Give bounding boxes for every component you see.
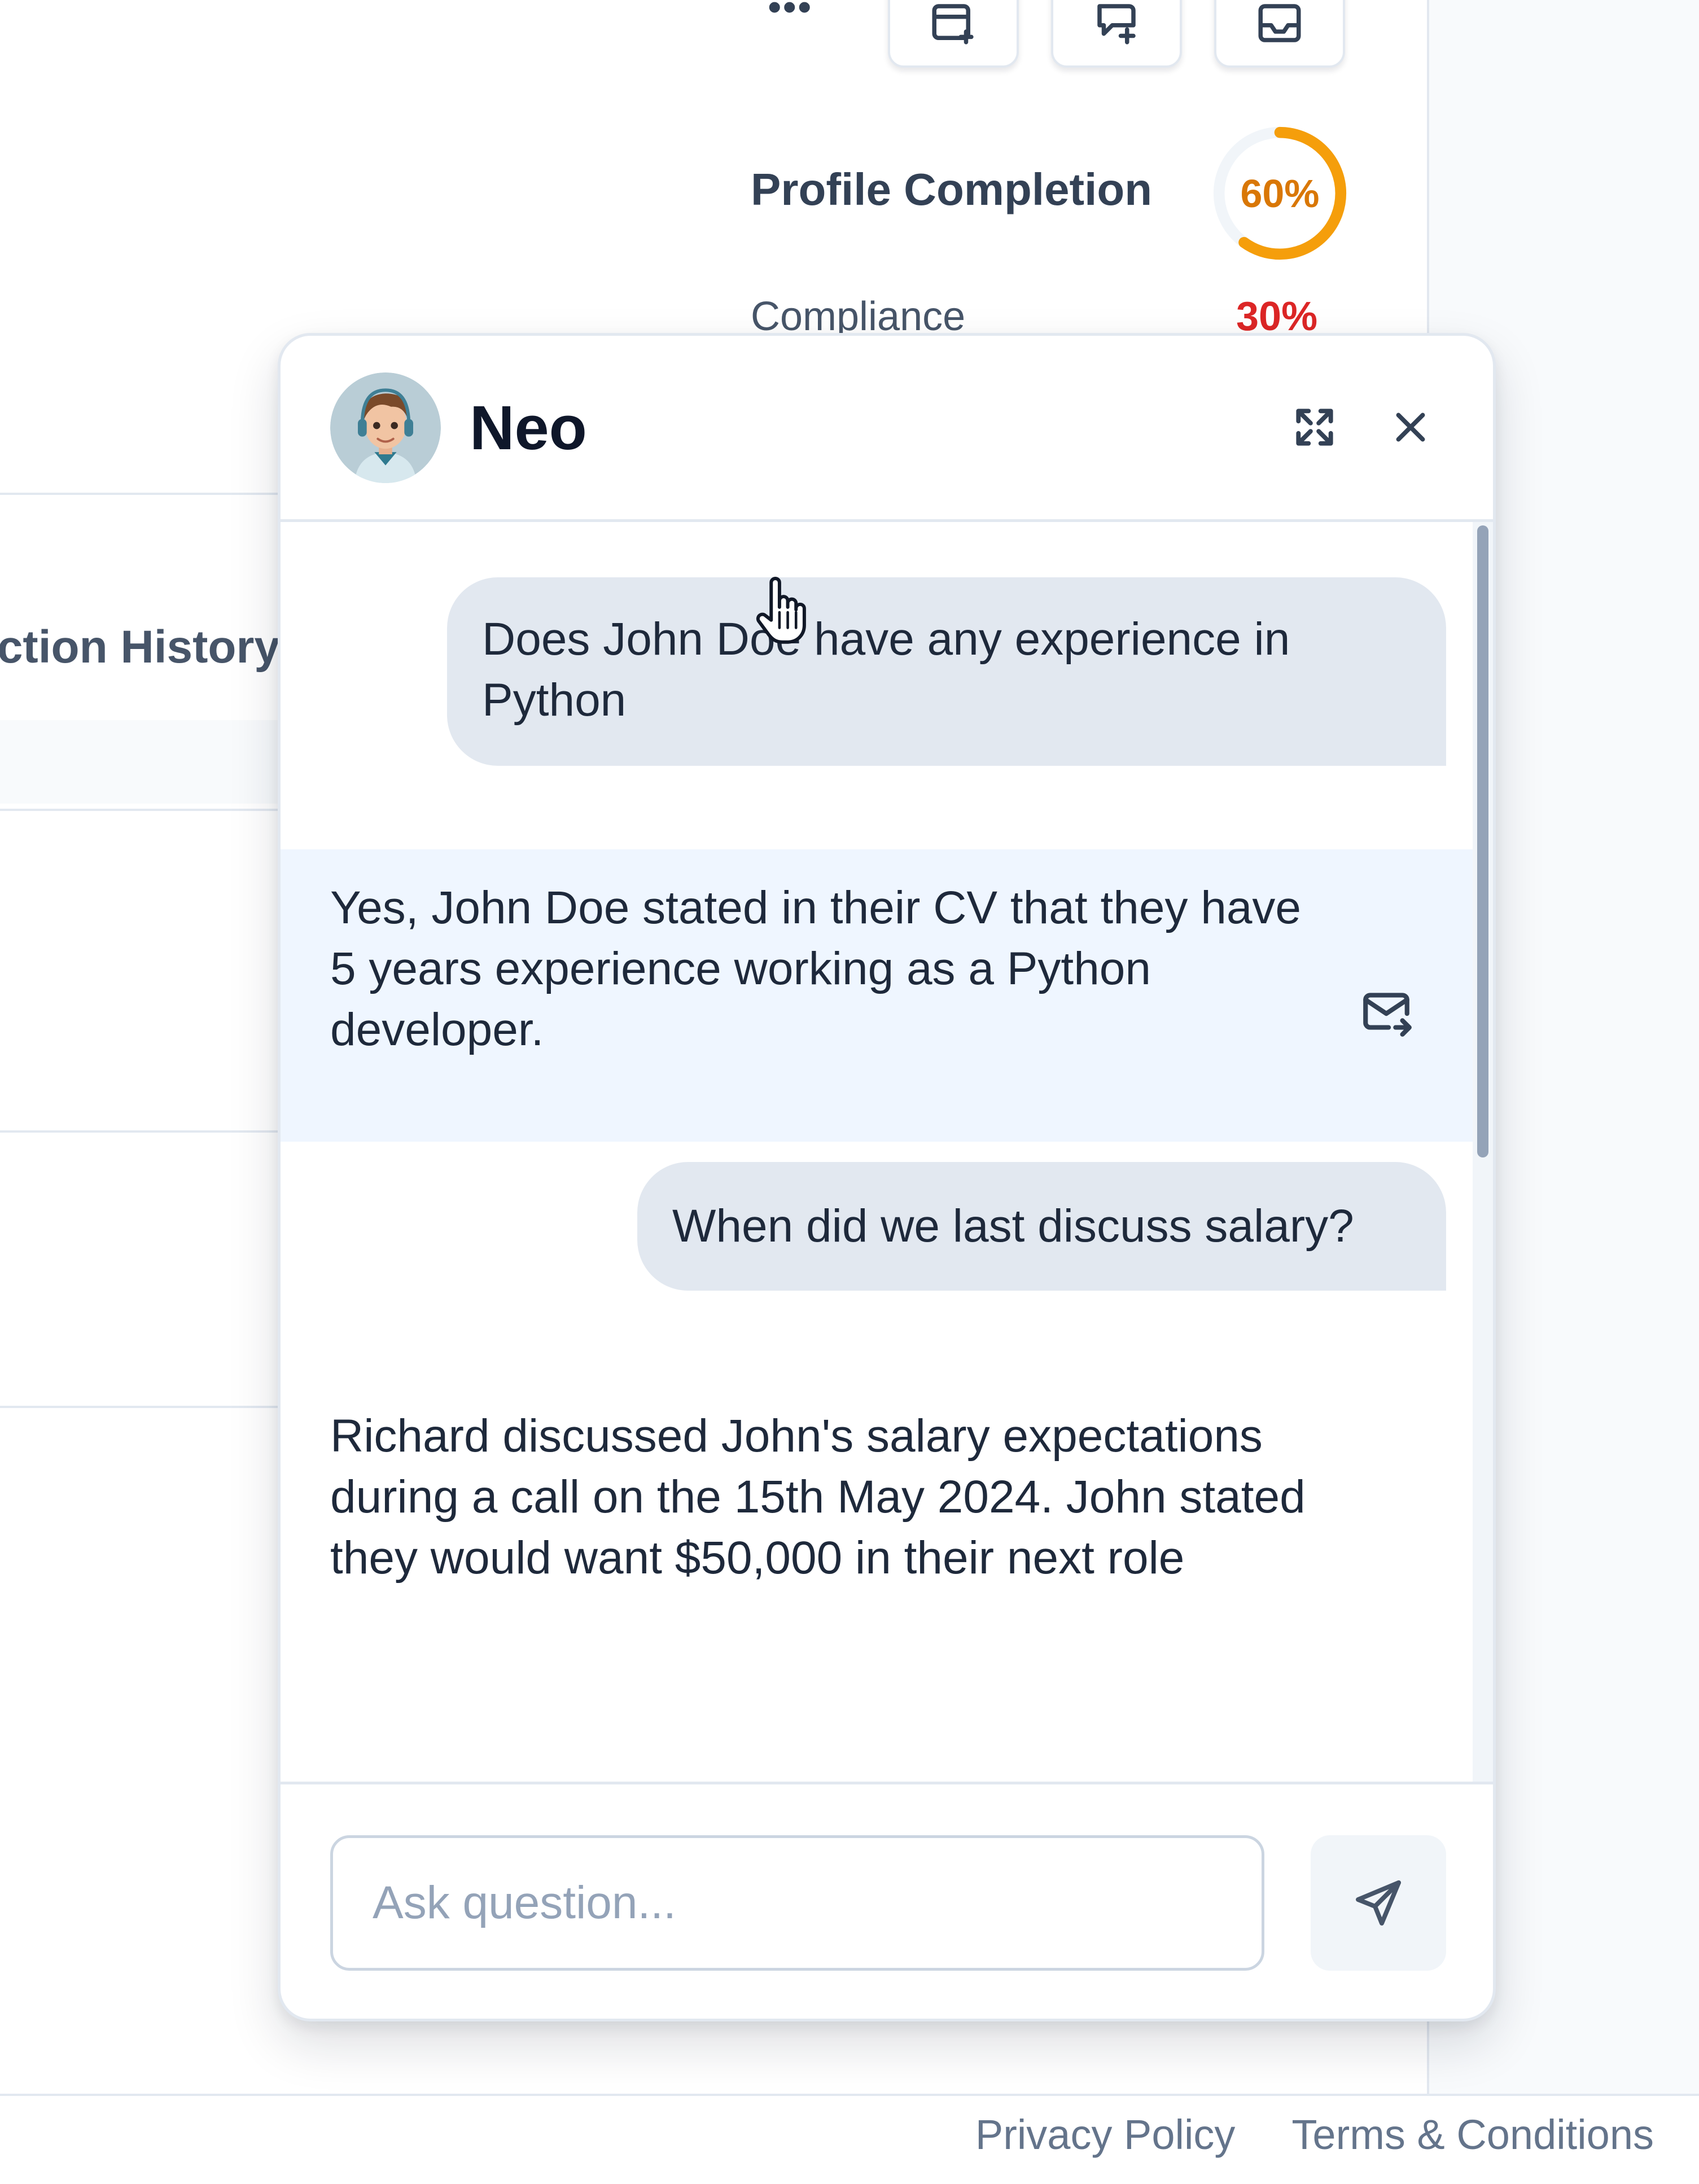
- chat-header: Neo: [281, 336, 1493, 522]
- mail-forward-icon: [1363, 993, 1412, 1037]
- calendar-add-icon: [932, 4, 974, 45]
- profile-completion-value: 60%: [1240, 171, 1320, 216]
- more-dots-icon[interactable]: •••: [768, 0, 813, 27]
- inbox-icon: [1258, 4, 1301, 42]
- inbox-button[interactable]: [1214, 0, 1345, 68]
- close-icon: [1396, 413, 1425, 442]
- tab-content-strip: [0, 720, 280, 804]
- tab-interaction-history[interactable]: Interaction History: [0, 621, 280, 674]
- profile-completion-label: Profile Completion: [751, 164, 1153, 214]
- add-note-button[interactable]: [1051, 0, 1182, 68]
- forward-email-button[interactable]: [1359, 984, 1414, 1039]
- footer-divider: [0, 2094, 1699, 2096]
- close-button[interactable]: [1381, 398, 1440, 457]
- user-message: When did we last discuss salary?: [637, 1162, 1446, 1291]
- user-message: Does John Doe have any experience in Pyt…: [447, 577, 1446, 766]
- avatar: [330, 372, 441, 483]
- expand-icon: [1296, 409, 1333, 446]
- chat-title: Neo: [470, 393, 587, 463]
- scrollbar[interactable]: [1473, 522, 1493, 1782]
- chat-widget: Neo Does John Doe have any experience in…: [278, 333, 1496, 2021]
- footer-links: Privacy Policy Terms & Conditions: [975, 2111, 1654, 2159]
- add-event-button[interactable]: [888, 0, 1019, 68]
- privacy-policy-link[interactable]: Privacy Policy: [975, 2111, 1236, 2159]
- send-icon: [1356, 1880, 1401, 1926]
- divider: [0, 1130, 282, 1133]
- divider: [0, 809, 282, 811]
- divider: [0, 1406, 282, 1408]
- expand-button[interactable]: [1285, 398, 1344, 457]
- assistant-message: Yes, John Doe stated in their CV that th…: [330, 882, 1302, 1055]
- terms-conditions-link[interactable]: Terms & Conditions: [1291, 2111, 1654, 2159]
- chat-add-icon: [1097, 4, 1136, 45]
- assistant-avatar-image: [330, 372, 441, 483]
- divider: [0, 493, 282, 495]
- assistant-message: Richard discussed John's salary expectat…: [330, 1410, 1306, 1584]
- scrollbar-thumb[interactable]: [1477, 525, 1488, 1157]
- chat-input-bar: [281, 1782, 1493, 2019]
- ask-question-input[interactable]: [330, 1835, 1264, 1971]
- chat-messages: Does John Doe have any experience in Pyt…: [281, 522, 1493, 1782]
- tab-interaction-history-label: Interaction History: [0, 621, 280, 673]
- hand-pointer-cursor-icon: [756, 577, 806, 644]
- send-button[interactable]: [1311, 1835, 1446, 1971]
